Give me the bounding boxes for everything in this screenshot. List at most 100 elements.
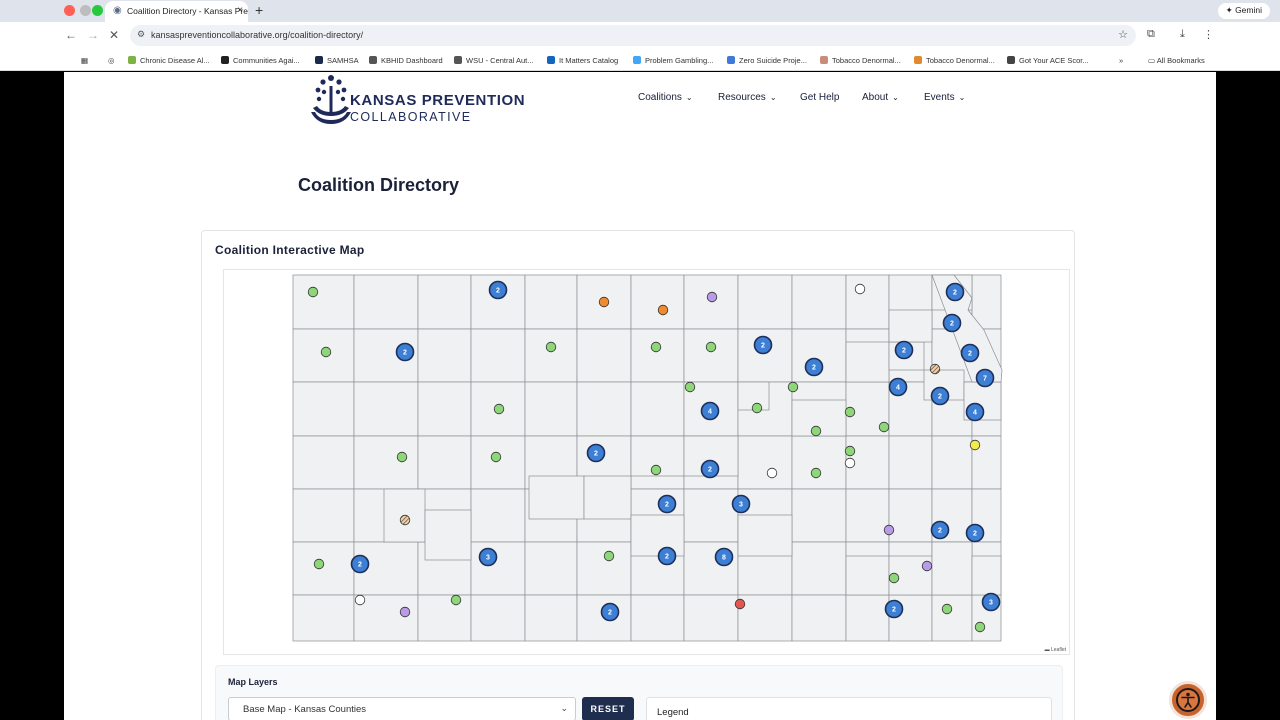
county-shape[interactable] bbox=[470, 594, 526, 642]
county-shape[interactable] bbox=[971, 555, 1002, 596]
coalition-cluster-marker[interactable]: 4 bbox=[888, 377, 908, 397]
bookmark-item[interactable]: Problem Gambling... bbox=[633, 56, 713, 65]
coalition-cluster-marker[interactable]: 2 bbox=[350, 554, 370, 574]
coalition-point-marker[interactable] bbox=[650, 341, 662, 353]
county-shape[interactable] bbox=[845, 341, 890, 383]
coalition-point-marker[interactable] bbox=[545, 341, 557, 353]
bookmark-item[interactable]: It Matters Catalog bbox=[547, 56, 618, 65]
county-shape[interactable] bbox=[292, 435, 355, 490]
coalition-point-marker[interactable] bbox=[921, 560, 933, 572]
coalition-cluster-marker[interactable]: 7 bbox=[975, 368, 995, 388]
globe-icon[interactable]: ◎ bbox=[108, 56, 115, 65]
county-shape[interactable] bbox=[292, 274, 355, 330]
nav-resources[interactable]: Resources ⌄ bbox=[718, 92, 777, 103]
county-shape[interactable] bbox=[583, 475, 632, 520]
coalition-point-marker[interactable] bbox=[969, 439, 981, 451]
more-bookmarks-icon[interactable]: » bbox=[1119, 56, 1123, 65]
coalition-cluster-marker[interactable]: 4 bbox=[965, 402, 985, 422]
tab-close-icon[interactable]: × bbox=[237, 5, 243, 16]
coalition-cluster-marker[interactable]: 3 bbox=[731, 494, 751, 514]
county-shape[interactable] bbox=[630, 328, 685, 383]
back-arrow-icon[interactable]: ← bbox=[65, 28, 77, 42]
coalition-cluster-marker[interactable]: 2 bbox=[395, 342, 415, 362]
bookmark-item[interactable]: Tobacco Denormal... bbox=[914, 56, 995, 65]
coalition-point-marker[interactable] bbox=[888, 572, 900, 584]
browser-tab[interactable]: ◉ Coalition Directory - Kansas Pre × bbox=[105, 1, 248, 22]
maximize-window-button[interactable] bbox=[92, 5, 103, 16]
county-shape[interactable] bbox=[791, 594, 847, 642]
county-shape[interactable] bbox=[470, 541, 526, 596]
coalition-cluster-marker[interactable]: 4 bbox=[700, 401, 720, 421]
nav-events[interactable]: Events ⌄ bbox=[924, 92, 965, 103]
bookmark-item[interactable]: Tobacco Denormal... bbox=[820, 56, 901, 65]
county-shape[interactable] bbox=[292, 381, 355, 437]
coalition-point-marker[interactable] bbox=[706, 291, 718, 303]
coalition-point-marker[interactable] bbox=[734, 598, 746, 610]
county-shape[interactable] bbox=[524, 381, 578, 437]
coalition-cluster-marker[interactable]: 2 bbox=[586, 443, 606, 463]
coalition-point-marker[interactable] bbox=[844, 445, 856, 457]
county-shape[interactable] bbox=[417, 328, 472, 383]
coalition-point-marker[interactable] bbox=[657, 304, 669, 316]
coalition-point-marker[interactable] bbox=[493, 403, 505, 415]
coalition-cluster-marker[interactable]: 2 bbox=[488, 280, 508, 300]
county-shape[interactable] bbox=[737, 594, 793, 642]
coalition-point-marker[interactable] bbox=[974, 621, 986, 633]
county-shape[interactable] bbox=[417, 381, 472, 437]
coalition-point-marker[interactable] bbox=[929, 363, 941, 375]
logo-subtitle[interactable]: COLLABORATIVE bbox=[350, 110, 471, 124]
county-shape[interactable] bbox=[576, 541, 632, 596]
coalition-cluster-marker[interactable]: 2 bbox=[657, 546, 677, 566]
coalition-point-marker[interactable] bbox=[810, 467, 822, 479]
lens-icon[interactable]: ⧉ bbox=[1147, 28, 1155, 41]
coalition-point-marker[interactable] bbox=[307, 286, 319, 298]
county-shape[interactable] bbox=[791, 488, 847, 543]
nav-get-help[interactable]: Get Help bbox=[800, 92, 839, 103]
leaflet-attribution[interactable]: ▬ Leaflet bbox=[1045, 647, 1066, 653]
site-info-icon[interactable]: ⚙ bbox=[137, 29, 145, 40]
county-shape[interactable] bbox=[470, 328, 526, 383]
county-shape[interactable] bbox=[524, 594, 578, 642]
bookmark-star-icon[interactable]: ☆ bbox=[1118, 28, 1128, 41]
coalition-point-marker[interactable] bbox=[399, 514, 411, 526]
county-shape[interactable] bbox=[845, 488, 890, 543]
coalition-cluster-marker[interactable]: 2 bbox=[965, 523, 985, 543]
county-shape[interactable] bbox=[683, 328, 739, 383]
bookmark-item[interactable]: Communities Agai... bbox=[221, 56, 300, 65]
coalition-cluster-marker[interactable]: 2 bbox=[930, 520, 950, 540]
county-shape[interactable] bbox=[292, 594, 355, 642]
bookmark-item[interactable]: Got Your ACE Scor... bbox=[1007, 56, 1089, 65]
coalition-cluster-marker[interactable]: 3 bbox=[478, 547, 498, 567]
nav-about[interactable]: About ⌄ bbox=[862, 92, 899, 103]
county-shape[interactable] bbox=[683, 488, 739, 543]
coalition-point-marker[interactable] bbox=[787, 381, 799, 393]
coalition-cluster-marker[interactable]: 2 bbox=[700, 459, 720, 479]
bookmark-item[interactable]: WSU - Central Aut... bbox=[454, 56, 534, 65]
county-shape[interactable] bbox=[524, 328, 578, 383]
coalition-cluster-marker[interactable]: 2 bbox=[894, 340, 914, 360]
county-shape[interactable] bbox=[417, 274, 472, 330]
close-window-button[interactable] bbox=[64, 5, 75, 16]
new-tab-button[interactable]: + bbox=[255, 2, 263, 18]
coalition-cluster-marker[interactable]: 2 bbox=[930, 386, 950, 406]
county-shape[interactable] bbox=[576, 328, 632, 383]
coalition-point-marker[interactable] bbox=[705, 341, 717, 353]
logo-title[interactable]: KANSAS PREVENTION bbox=[350, 92, 525, 109]
accessibility-widget-button[interactable] bbox=[1169, 681, 1207, 719]
coalition-cluster-marker[interactable]: 2 bbox=[945, 282, 965, 302]
coalition-point-marker[interactable] bbox=[878, 421, 890, 433]
county-shape[interactable] bbox=[737, 514, 793, 557]
nav-coalitions[interactable]: Coalitions ⌄ bbox=[638, 92, 693, 103]
coalition-point-marker[interactable] bbox=[684, 381, 696, 393]
coalition-point-marker[interactable] bbox=[844, 457, 856, 469]
county-shape[interactable] bbox=[470, 488, 526, 543]
apps-grid-icon[interactable]: ▦ bbox=[81, 56, 88, 65]
county-shape[interactable] bbox=[931, 541, 973, 596]
county-shape[interactable] bbox=[630, 514, 685, 557]
bookmark-item[interactable]: SAMHSA bbox=[315, 56, 359, 65]
county-shape[interactable] bbox=[845, 594, 890, 642]
county-shape[interactable] bbox=[292, 488, 355, 543]
menu-kebab-icon[interactable]: ⋮ bbox=[1203, 28, 1214, 41]
county-shape[interactable] bbox=[576, 381, 632, 437]
county-shape[interactable] bbox=[888, 309, 933, 343]
